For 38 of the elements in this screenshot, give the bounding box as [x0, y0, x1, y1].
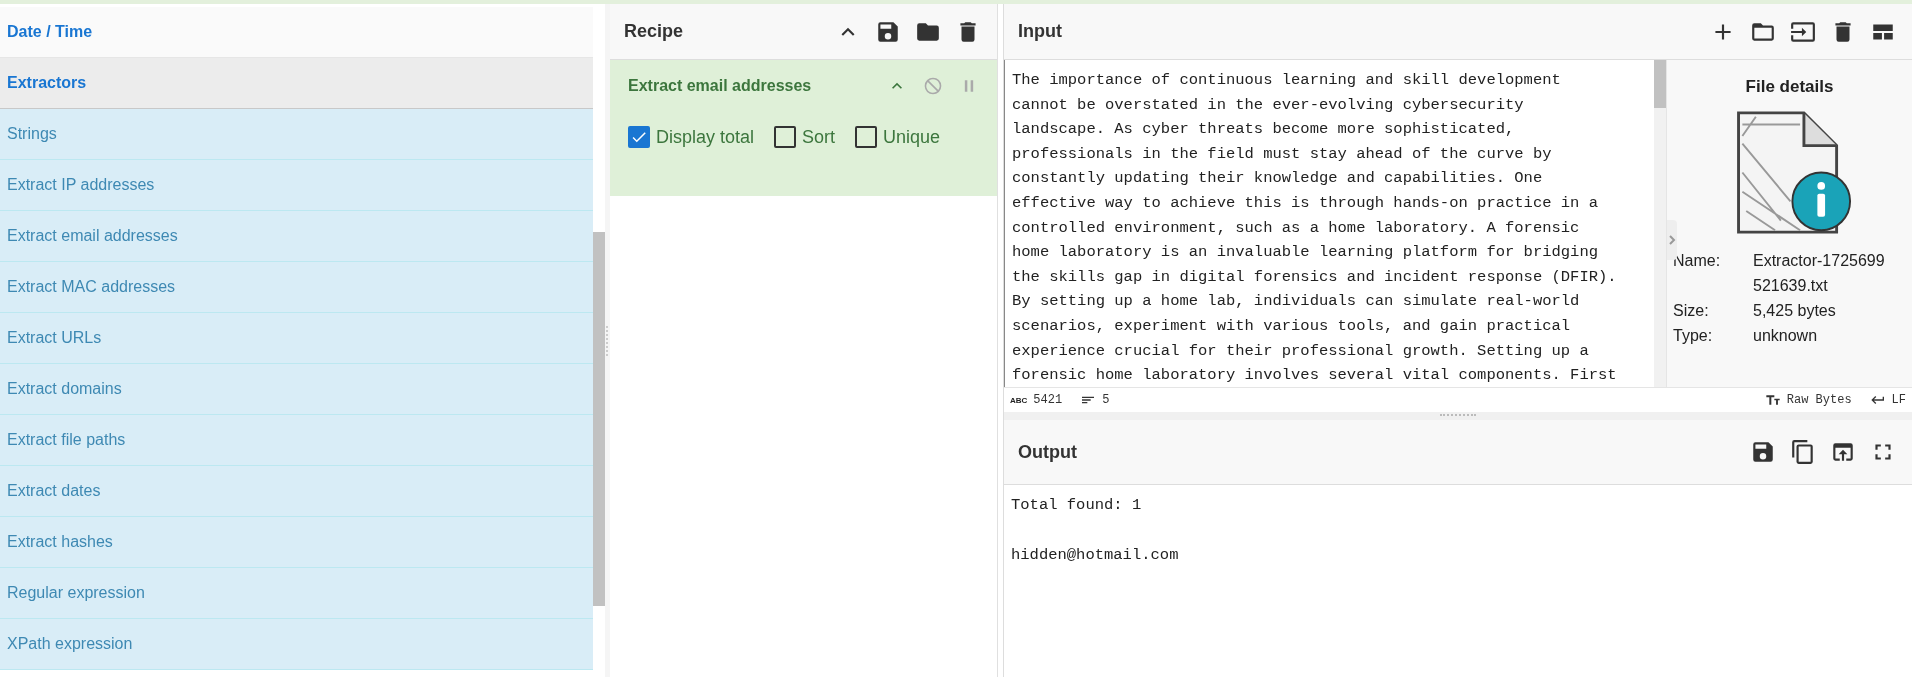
operation-item[interactable]: Regular expression: [0, 568, 593, 619]
resize-handle[interactable]: [605, 325, 610, 356]
file-details-title: File details: [1745, 77, 1834, 97]
operation-item[interactable]: Extract domains: [0, 364, 593, 415]
operation-item[interactable]: Extract IP addresses: [0, 160, 593, 211]
operation-item[interactable]: Extract MAC addresses: [0, 262, 593, 313]
operation-item[interactable]: XPath expression: [0, 619, 593, 670]
line-count: 5: [1102, 393, 1110, 407]
operation-item[interactable]: Extract email addresses: [0, 211, 593, 262]
panel-title: Recipe: [624, 21, 684, 42]
operation-item[interactable]: Extract hashes: [0, 517, 593, 568]
scrollbar[interactable]: [1654, 60, 1666, 387]
field-value: Extractor-1725699521639.txt: [1753, 251, 1886, 296]
field-value: 5,425 bytes: [1753, 301, 1837, 321]
checkbox[interactable]: Display total: [628, 126, 755, 148]
resize-handle[interactable]: [1440, 414, 1476, 418]
line-ending-label: LF: [1891, 393, 1906, 407]
encoding-label: Raw Bytes: [1786, 393, 1852, 407]
operation-item[interactable]: Extract dates: [0, 466, 593, 517]
character-count: 5421: [1033, 393, 1063, 407]
field-label: Type:: [1673, 326, 1714, 346]
output-text-area[interactable]: Total found: 1 hidden@hotmail.com: [1004, 485, 1912, 677]
category-header[interactable]: Date / Time: [0, 7, 593, 58]
field-label: Size:: [1673, 301, 1710, 321]
field-value: unknown: [1753, 326, 1819, 346]
checkbox[interactable]: Unique: [855, 126, 941, 148]
length-label: ABC: [1010, 395, 1028, 405]
copy-icon[interactable]: [1790, 439, 1816, 465]
save-icon[interactable]: [1750, 439, 1776, 465]
text-encoding-icon: [1764, 392, 1781, 408]
operation-item[interactable]: Extract URLs: [0, 313, 593, 364]
category-header[interactable]: Extractors: [0, 58, 593, 109]
operation-item[interactable]: Strings: [0, 109, 593, 160]
checkbox[interactable]: Sort: [774, 126, 836, 148]
panel-title: Input: [1018, 21, 1062, 42]
operation-item[interactable]: Extract file paths: [0, 415, 593, 466]
operation-title: Extract email addresses: [628, 77, 812, 95]
panel-title: Output: [1018, 441, 1077, 463]
